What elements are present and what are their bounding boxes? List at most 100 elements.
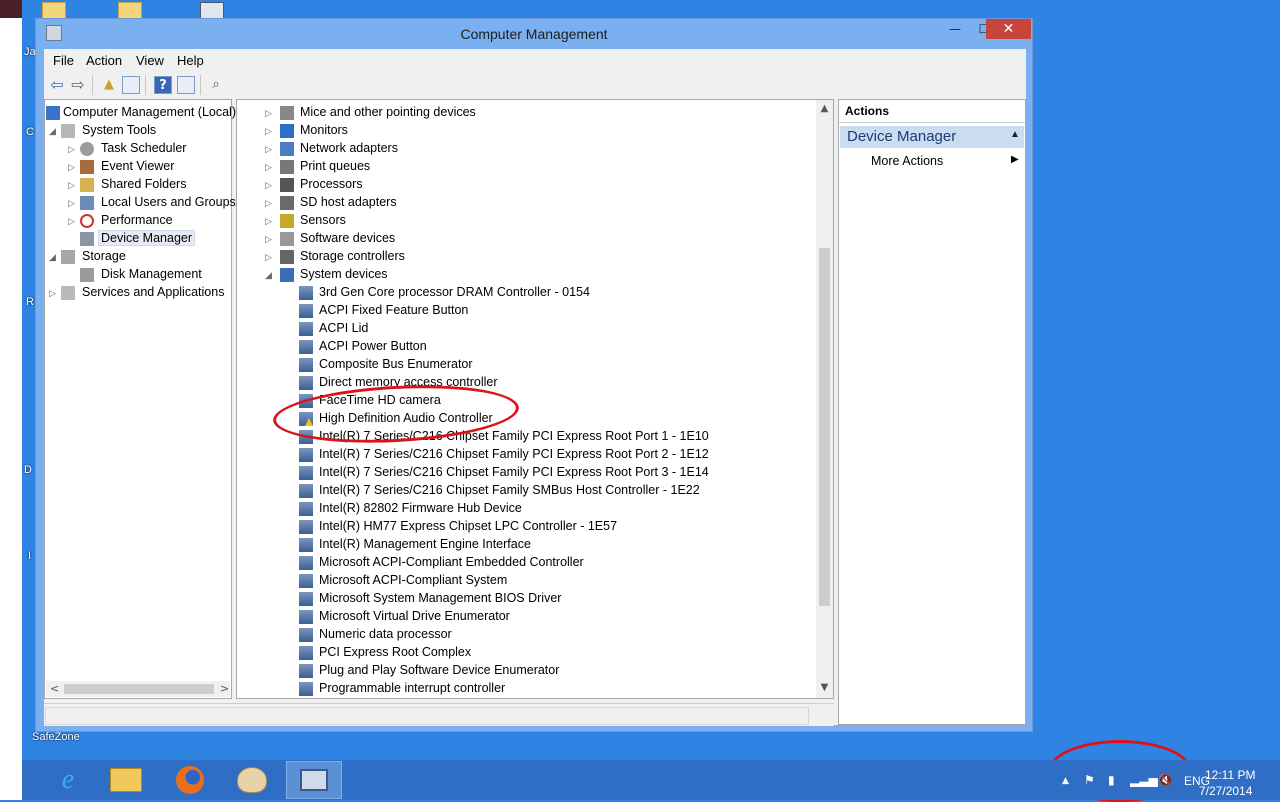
tree-item-services-applications[interactable]: ▷ Services and Applications: [45, 284, 231, 302]
system-device-row[interactable]: Intel(R) 7 Series/C216 Chipset Family PC…: [237, 446, 797, 464]
tree-item-storage[interactable]: ◢ Storage: [45, 248, 231, 266]
up-folder-icon[interactable]: ▲: [100, 76, 118, 94]
device-category-row[interactable]: ▷ SD host adapters: [237, 194, 797, 212]
scroll-right-arrow-icon[interactable]: >: [220, 681, 229, 697]
system-device-row[interactable]: ACPI Power Button: [237, 338, 797, 356]
vertical-scrollbar[interactable]: ▲ ▼: [816, 100, 833, 698]
safezone-label[interactable]: SafeZone: [32, 731, 80, 743]
network-signal-icon[interactable]: ▂▃▅: [1130, 773, 1158, 787]
collapse-icon[interactable]: ◢: [49, 248, 59, 266]
clock-date[interactable]: 7/27/2014: [1199, 784, 1252, 798]
clock-time[interactable]: 12:11 PM: [1205, 768, 1255, 782]
title-bar[interactable]: Computer Management — ☐ ✕: [36, 19, 1032, 49]
device-category-row[interactable]: ▷ Monitors: [237, 122, 797, 140]
menu-action[interactable]: Action: [86, 53, 122, 68]
expand-icon[interactable]: ▷: [68, 140, 78, 158]
device-category-row[interactable]: ▷ Storage controllers: [237, 248, 797, 266]
system-device-row[interactable]: Microsoft ACPI-Compliant System: [237, 572, 797, 590]
device-category-row[interactable]: ▷ Processors: [237, 176, 797, 194]
system-device-row[interactable]: Intel(R) 7 Series/C216 Chipset Family PC…: [237, 428, 797, 446]
system-device-row[interactable]: High Definition Audio Controller: [237, 410, 797, 428]
actions-section-device-manager[interactable]: Device Manager ▲: [840, 126, 1024, 148]
expand-icon[interactable]: ▷: [49, 284, 59, 302]
show-hidden-icons-icon[interactable]: ▲: [1062, 776, 1069, 786]
system-device-row[interactable]: Microsoft Virtual Drive Enumerator: [237, 608, 797, 626]
power-icon[interactable]: ▮: [1108, 773, 1115, 787]
volume-muted-icon[interactable]: 🔇: [1158, 773, 1173, 787]
tree-horizontal-scrollbar[interactable]: < >: [46, 681, 230, 697]
minimize-button[interactable]: —: [940, 19, 970, 39]
firefox-icon[interactable]: [162, 761, 218, 799]
system-device-row[interactable]: Composite Bus Enumerator: [237, 356, 797, 374]
scroll-down-arrow-icon[interactable]: ▼: [816, 682, 833, 693]
expand-icon[interactable]: ▷: [265, 248, 275, 266]
menu-view[interactable]: View: [136, 53, 164, 68]
system-device-row[interactable]: Microsoft ACPI-Compliant Embedded Contro…: [237, 554, 797, 572]
system-device-row[interactable]: Microsoft System Management BIOS Driver: [237, 590, 797, 608]
scroll-left-arrow-icon[interactable]: <: [50, 681, 59, 697]
device-category-row[interactable]: ▷ Sensors: [237, 212, 797, 230]
expand-icon[interactable]: ▷: [265, 122, 275, 140]
paint-icon[interactable]: [224, 761, 280, 799]
system-device-row[interactable]: Numeric data processor: [237, 626, 797, 644]
expand-icon[interactable]: ▷: [265, 194, 275, 212]
system-device-row[interactable]: Intel(R) Management Engine Interface: [237, 536, 797, 554]
system-device-row[interactable]: PCI Express Root Complex: [237, 644, 797, 662]
forward-arrow-icon[interactable]: ⇨: [69, 76, 87, 94]
device-category-row[interactable]: ▷ Network adapters: [237, 140, 797, 158]
system-device-row[interactable]: Intel(R) HM77 Express Chipset LPC Contro…: [237, 518, 797, 536]
back-arrow-icon[interactable]: ⇦: [48, 76, 66, 94]
internet-explorer-icon[interactable]: e: [40, 761, 96, 799]
system-device-row[interactable]: Plug and Play Software Device Enumerator: [237, 662, 797, 680]
expand-icon[interactable]: ▷: [265, 212, 275, 230]
menu-file[interactable]: File: [53, 53, 74, 68]
system-device-row[interactable]: ACPI Fixed Feature Button: [237, 302, 797, 320]
file-explorer-icon[interactable]: [98, 761, 154, 799]
expand-icon[interactable]: ▷: [68, 176, 78, 194]
tree-item-disk-management[interactable]: Disk Management: [45, 266, 231, 284]
scrollbar-thumb[interactable]: [64, 684, 214, 694]
tree-item-shared-folders[interactable]: ▷ Shared Folders: [45, 176, 231, 194]
show-hide-console-tree-icon[interactable]: [122, 76, 140, 94]
expand-icon[interactable]: ▷: [68, 212, 78, 230]
flag-icon[interactable]: ⚑: [1084, 773, 1095, 787]
collapse-caret-icon[interactable]: ▲: [1010, 129, 1020, 140]
system-device-row[interactable]: Direct memory access controller: [237, 374, 797, 392]
expand-icon[interactable]: ▷: [265, 230, 275, 248]
scroll-up-arrow-icon[interactable]: ▲: [816, 103, 833, 114]
system-device-row[interactable]: Programmable interrupt controller: [237, 680, 797, 698]
submenu-arrow-icon[interactable]: ▶: [1011, 154, 1019, 165]
close-button[interactable]: ✕: [986, 19, 1031, 39]
tree-item-event-viewer[interactable]: ▷ Event Viewer: [45, 158, 231, 176]
expand-icon[interactable]: ▷: [265, 140, 275, 158]
system-device-row[interactable]: FaceTime HD camera: [237, 392, 797, 410]
system-device-row[interactable]: ACPI Lid: [237, 320, 797, 338]
expand-icon[interactable]: ▷: [68, 158, 78, 176]
tree-item-task-scheduler[interactable]: ▷ Task Scheduler: [45, 140, 231, 158]
system-device-row[interactable]: Intel(R) 7 Series/C216 Chipset Family SM…: [237, 482, 797, 500]
device-category-row[interactable]: ▷ Software devices: [237, 230, 797, 248]
device-category-row[interactable]: ▷ Mice and other pointing devices: [237, 104, 797, 122]
tree-item-device-manager[interactable]: Device Manager: [45, 230, 231, 248]
scrollbar-thumb[interactable]: [819, 248, 830, 606]
collapse-icon[interactable]: ◢: [265, 266, 275, 284]
system-device-row[interactable]: Intel(R) 82802 Firmware Hub Device: [237, 500, 797, 518]
tree-item-computer-management[interactable]: Computer Management (Local): [45, 104, 236, 122]
collapse-icon[interactable]: ◢: [49, 122, 59, 140]
tree-item-local-users[interactable]: ▷ Local Users and Groups: [45, 194, 236, 212]
system-device-row[interactable]: Intel(R) 7 Series/C216 Chipset Family PC…: [237, 464, 797, 482]
expand-icon[interactable]: ▷: [265, 176, 275, 194]
expand-icon[interactable]: ▷: [265, 104, 275, 122]
help-icon[interactable]: ?: [154, 76, 172, 94]
tree-item-system-tools[interactable]: ◢ System Tools: [45, 122, 231, 140]
device-category-row[interactable]: ◢ System devices: [237, 266, 797, 284]
show-hide-action-pane-icon[interactable]: [177, 76, 195, 94]
system-device-row[interactable]: 3rd Gen Core processor DRAM Controller -…: [237, 284, 797, 302]
expand-icon[interactable]: ▷: [265, 158, 275, 176]
menu-help[interactable]: Help: [177, 53, 204, 68]
scan-hardware-icon[interactable]: ⌕: [207, 76, 225, 94]
expand-icon[interactable]: ▷: [68, 194, 78, 212]
device-category-row[interactable]: ▷ Print queues: [237, 158, 797, 176]
more-actions-link[interactable]: More Actions: [871, 154, 943, 168]
computer-management-taskbar-button[interactable]: [286, 761, 342, 799]
